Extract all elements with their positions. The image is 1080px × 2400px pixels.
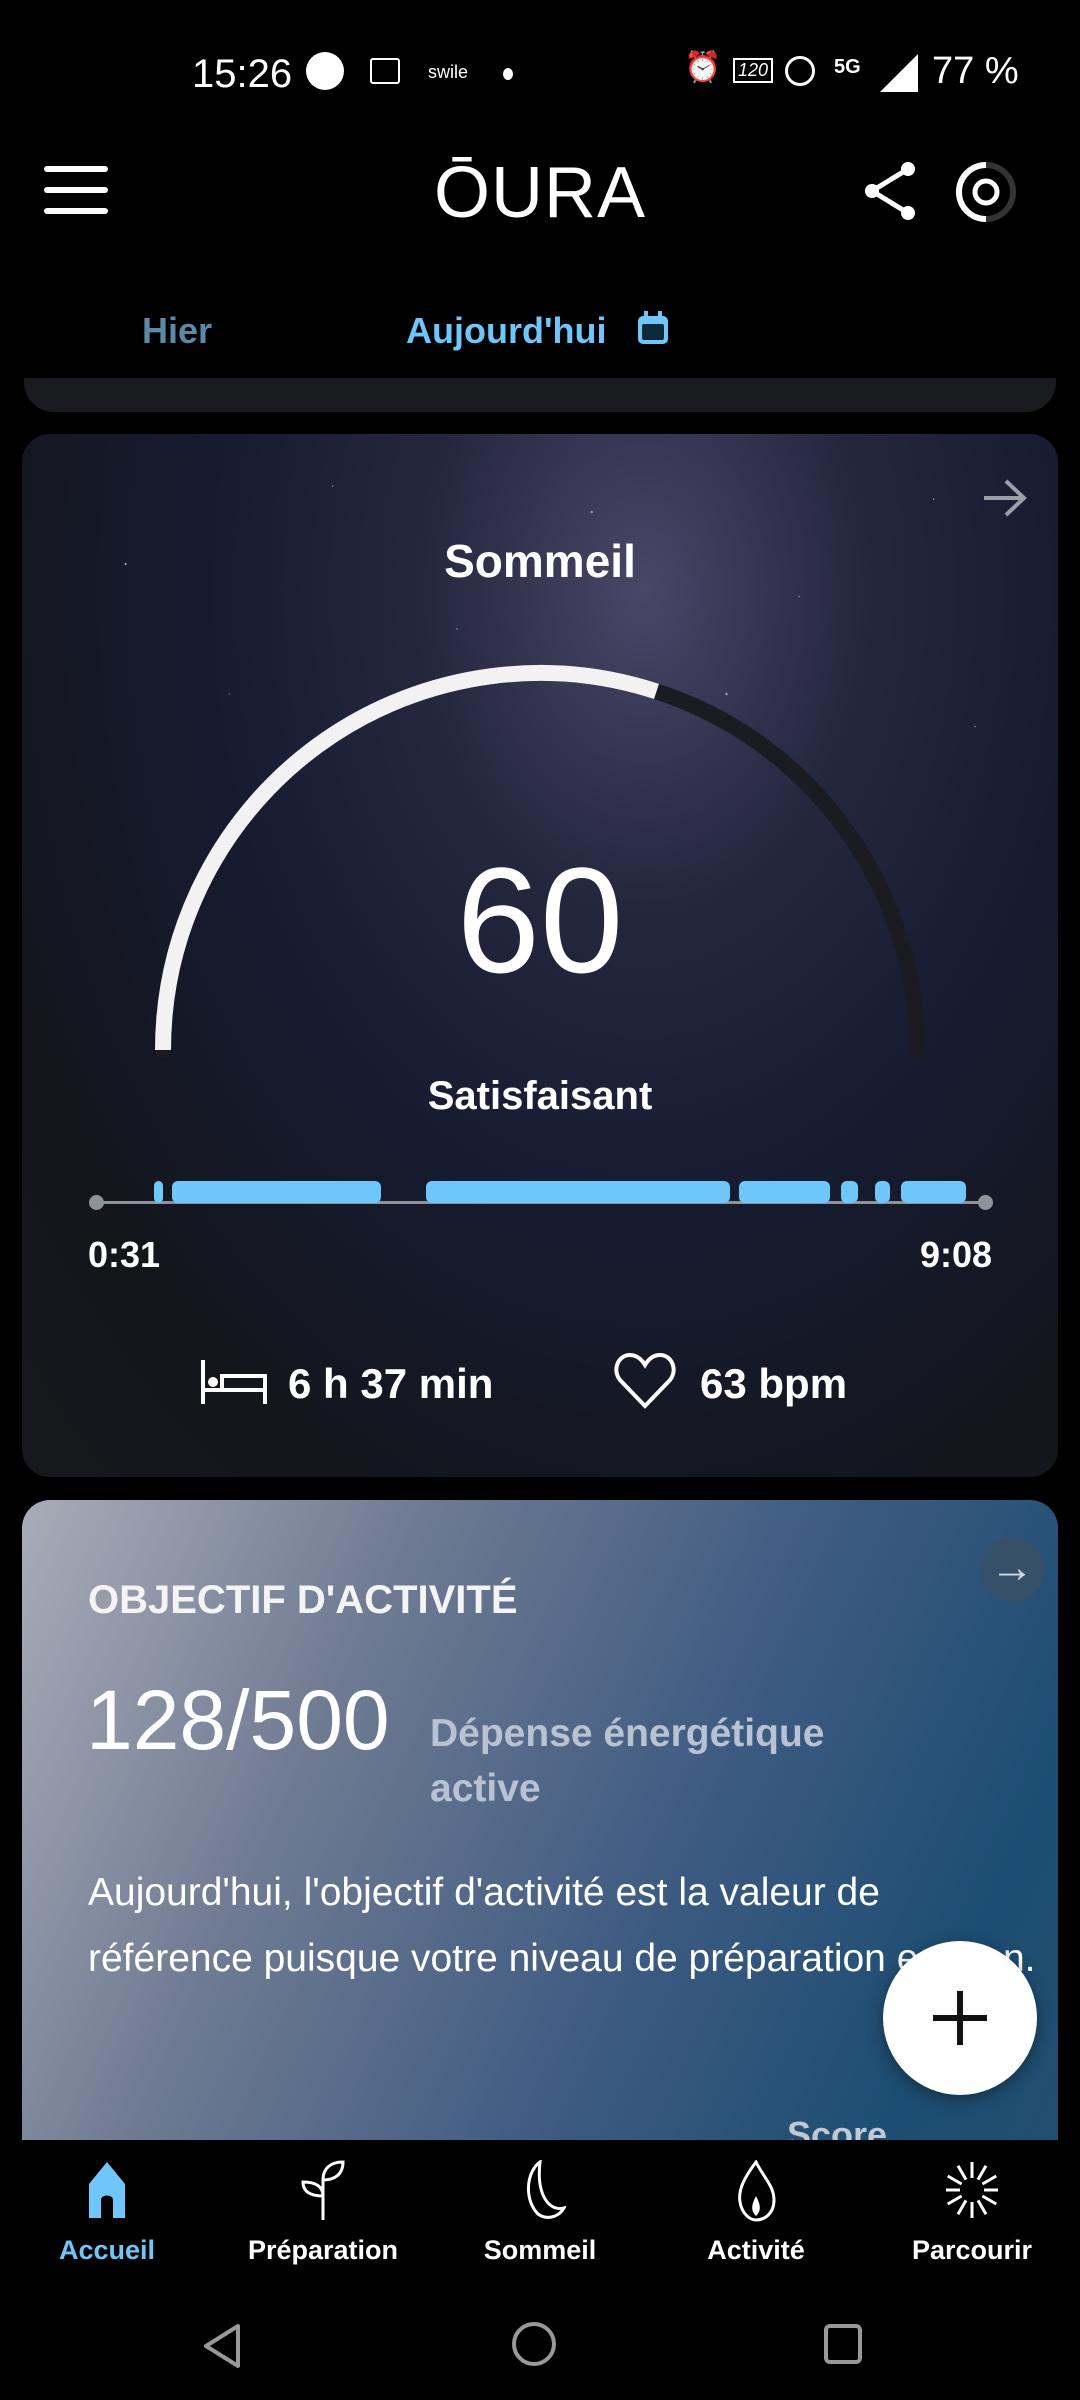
timeline-start-dot xyxy=(89,1195,104,1210)
sleep-segment xyxy=(739,1181,831,1203)
sleep-segment xyxy=(426,1181,731,1203)
nav-flame[interactable]: Activité xyxy=(656,2159,856,2266)
sprout-icon xyxy=(301,2160,345,2220)
nav-moon[interactable]: Sommeil xyxy=(440,2158,640,2266)
timeline-end-dot xyxy=(978,1195,993,1210)
nav-label: Préparation xyxy=(247,2235,399,2265)
tab-hier[interactable]: Hier xyxy=(142,310,212,352)
previous-card-edge xyxy=(24,378,1056,412)
system-navigation xyxy=(0,2300,1080,2400)
plus-icon xyxy=(933,1991,987,2045)
moon-icon xyxy=(526,2158,568,2219)
bedtime-start: 0:31 xyxy=(88,1234,161,1275)
activity-value: 128/500 xyxy=(86,1673,390,1767)
sleep-card[interactable]: Sommeil 60 Satisfaisant 0:31 9:08 6 h 37… xyxy=(22,434,1058,1477)
sleep-segment xyxy=(900,1181,967,1203)
activity-goal-card[interactable]: → OBJECTIF D'ACTIVITÉ 128/500 Dépense én… xyxy=(22,1500,1058,2200)
sleep-segment xyxy=(840,1181,858,1203)
home-system-icon[interactable] xyxy=(512,2322,556,2366)
sleep-score: 60 xyxy=(456,836,624,1004)
arrow-right-icon[interactable]: → xyxy=(980,1538,1044,1602)
recents-icon[interactable] xyxy=(824,2324,862,2364)
network-type: 5G xyxy=(834,56,861,78)
nav-label: Sommeil xyxy=(483,2235,597,2265)
app-header: ŌURA xyxy=(0,140,1080,240)
sleep-segment xyxy=(171,1181,382,1203)
activity-value-label: Dépense énergétique active xyxy=(430,1712,825,1810)
heart-icon xyxy=(614,1352,676,1409)
gallery-icon xyxy=(370,58,400,84)
alarm-icon: ⏰ xyxy=(684,51,722,84)
nav-burst[interactable]: Parcourir xyxy=(872,2160,1072,2266)
bottom-navigation: Accueil Préparation Sommeil Activité Parcour… xyxy=(0,2140,1080,2300)
sleep-score-gauge xyxy=(155,665,925,1058)
sleep-rating: Satisfaisant xyxy=(427,1074,653,1118)
sleep-timeline xyxy=(22,1174,1058,1234)
nav-home[interactable]: Accueil xyxy=(7,2160,207,2266)
nav-label: Activité xyxy=(707,2235,805,2265)
nav-label: Accueil xyxy=(58,2235,156,2265)
dnd-icon xyxy=(785,56,815,86)
ring-status-icon[interactable] xyxy=(954,160,1018,224)
messenger-icon xyxy=(306,52,344,90)
sleep-segment xyxy=(874,1181,891,1203)
sleep-segment xyxy=(154,1181,164,1203)
bed-icon xyxy=(201,1360,267,1404)
bedtime-end: 9:08 xyxy=(919,1234,992,1275)
refresh-rate-icon: 120 xyxy=(733,58,774,83)
activity-title: OBJECTIF D'ACTIVITÉ xyxy=(88,1578,518,1622)
nav-label: Parcourir xyxy=(911,2235,1033,2265)
sleep-duration: 6 h 37 min xyxy=(288,1360,494,1407)
add-button[interactable] xyxy=(883,1941,1037,2095)
tab-aujourdhui[interactable]: Aujourd'hui xyxy=(406,310,607,352)
status-bar: 15:26 swile ⏰ 120 5G 77 % xyxy=(0,40,1080,104)
resting-heart-rate: 63 bpm xyxy=(700,1360,848,1407)
swile-notification: swile xyxy=(428,62,469,82)
back-icon[interactable] xyxy=(200,2322,244,2370)
burst-icon xyxy=(944,2162,1000,2218)
home-icon xyxy=(89,2162,125,2218)
signal-icon xyxy=(880,54,918,92)
calendar-icon[interactable] xyxy=(636,310,670,346)
share-icon[interactable] xyxy=(862,160,922,222)
nav-sprout[interactable]: Préparation xyxy=(223,2160,423,2266)
more-notifications-dot xyxy=(503,68,513,80)
day-tabs: Hier Aujourd'hui xyxy=(0,290,1080,390)
battery-level: 77 % xyxy=(932,50,1019,92)
status-time: 15:26 xyxy=(192,52,293,96)
flame-icon xyxy=(738,2159,776,2222)
